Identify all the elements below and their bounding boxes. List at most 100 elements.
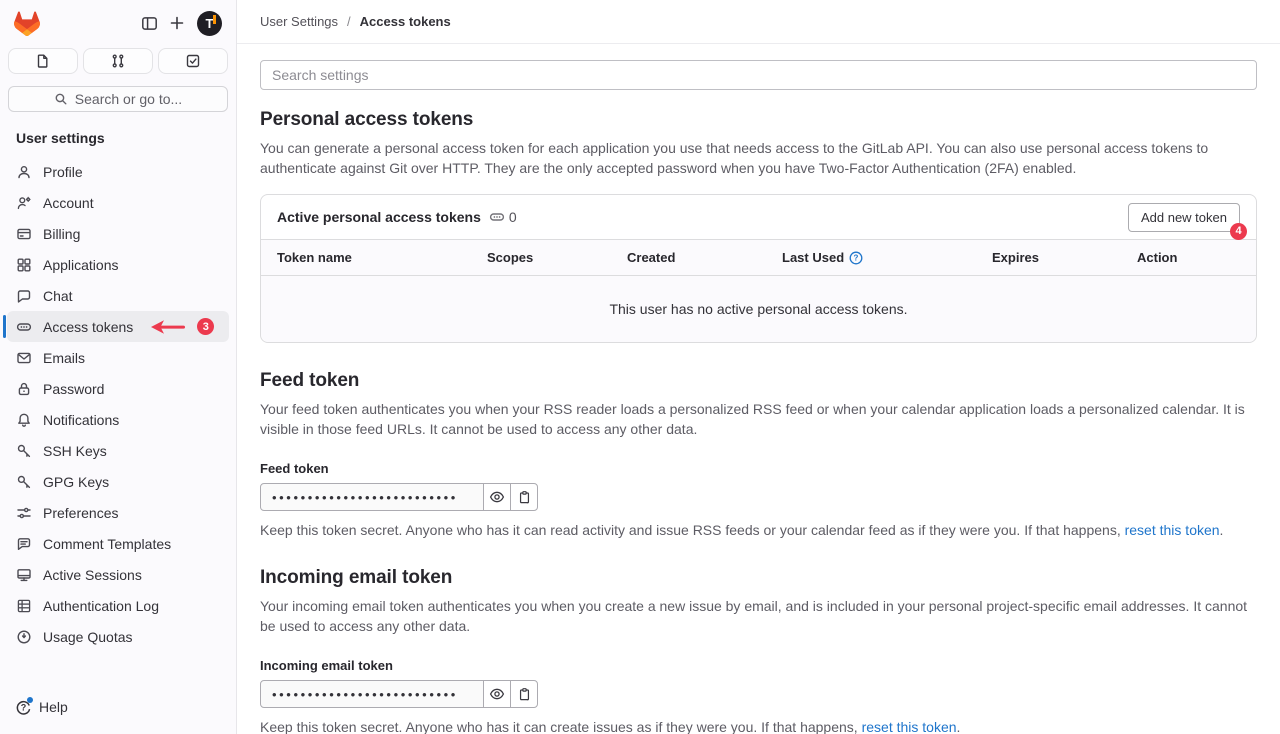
todo-shortcut-button[interactable] [158, 48, 228, 74]
sliders-icon [16, 505, 32, 521]
sidebar-item-label: Access tokens [43, 319, 133, 335]
comment-lines-icon [16, 536, 32, 552]
sidebar-item-emails[interactable]: Emails [7, 342, 229, 373]
copy-clipboard-icon [517, 687, 532, 702]
incoming-email-token-heading: Incoming email token [260, 567, 1257, 589]
svg-text:?: ? [854, 253, 859, 262]
apps-grid-icon [16, 257, 32, 273]
column-scopes: Scopes [487, 250, 627, 265]
key-icon [16, 443, 32, 459]
sidebar-item-label: GPG Keys [43, 474, 109, 490]
eye-icon [489, 686, 505, 702]
add-new-token-button[interactable]: Add new token [1128, 203, 1240, 232]
sidebar-item-ssh-keys[interactable]: SSH Keys [7, 435, 229, 466]
sidebar-item-label: Password [43, 381, 104, 397]
column-created: Created [627, 250, 782, 265]
pat-card-header: Active personal access tokens 0 Add new … [261, 195, 1256, 239]
settings-search-input[interactable] [260, 60, 1257, 90]
gitlab-app: T [0, 0, 1280, 734]
avatar[interactable]: T [197, 11, 222, 36]
sidebar-nav: Profile Account Billing Applications Cha… [0, 156, 236, 686]
pat-card-title: Active personal access tokens [277, 209, 481, 225]
content: Personal access tokens You can generate … [237, 44, 1280, 734]
key-icon [16, 474, 32, 490]
sidebar-item-active-sessions[interactable]: Active Sessions [7, 559, 229, 590]
sidebar-item-authentication-log[interactable]: Authentication Log [7, 590, 229, 621]
pat-table-header: Token name Scopes Created Last Used ? Ex… [261, 239, 1256, 276]
incoming-email-token-input-group: •••••••••••••••••••••••••• [260, 680, 538, 708]
sidebar-item-label: Account [43, 195, 94, 211]
sidebar-item-access-tokens[interactable]: Access tokens 3 [7, 311, 229, 342]
feed-token-input-group: •••••••••••••••••••••••••• [260, 483, 538, 511]
merge-requests-shortcut-button[interactable] [83, 48, 153, 74]
sidebar-item-billing[interactable]: Billing [7, 218, 229, 249]
bell-icon [16, 412, 32, 428]
feed-token-masked-input[interactable]: •••••••••••••••••••••••••• [260, 483, 484, 511]
pat-card: Active personal access tokens 0 Add new … [260, 194, 1257, 343]
sidebar-item-label: Emails [43, 350, 85, 366]
incoming-email-token-label: Incoming email token [260, 658, 1257, 673]
sidebar: T [0, 0, 237, 734]
gauge-icon [16, 629, 32, 645]
help-notification-dot [27, 697, 33, 703]
sidebar-item-profile[interactable]: Profile [7, 156, 229, 187]
sidebar-toggle-icon[interactable] [135, 9, 163, 37]
credit-card-icon [16, 226, 32, 242]
sidebar-item-chat[interactable]: Chat [7, 280, 229, 311]
sidebar-item-applications[interactable]: Applications [7, 249, 229, 280]
copy-incoming-email-token-button[interactable] [510, 680, 538, 708]
sidebar-item-label: Comment Templates [43, 536, 171, 552]
main-area: User Settings / Access tokens Personal a… [237, 0, 1280, 734]
copy-clipboard-icon [517, 490, 532, 505]
chat-bubble-icon [16, 288, 32, 304]
sidebar-item-password[interactable]: Password [7, 373, 229, 404]
feed-token-description: Your feed token authenticates you when y… [260, 399, 1257, 439]
issues-shortcut-button[interactable] [8, 48, 78, 74]
plus-icon[interactable] [163, 9, 191, 37]
feed-token-label: Feed token [260, 461, 1257, 476]
sidebar-item-comment-templates[interactable]: Comment Templates [7, 528, 229, 559]
copy-feed-token-button[interactable] [510, 483, 538, 511]
column-expires: Expires [992, 250, 1137, 265]
pat-count-value: 0 [509, 209, 517, 225]
annotation-arrow [150, 319, 186, 335]
sidebar-section-title: User settings [0, 112, 236, 156]
avatar-accent [213, 15, 216, 24]
annotation-badge-4: 4 [1230, 223, 1247, 240]
sidebar-item-notifications[interactable]: Notifications [7, 404, 229, 435]
annotation-badge-3: 3 [197, 318, 214, 335]
logo-row: T [8, 8, 228, 38]
column-action: Action [1137, 250, 1240, 265]
reveal-incoming-email-token-button[interactable] [483, 680, 511, 708]
sidebar-item-usage-quotas[interactable]: Usage Quotas [7, 621, 229, 652]
sidebar-item-account[interactable]: Account [7, 187, 229, 218]
reset-feed-token-link[interactable]: reset this token [1125, 522, 1220, 538]
sidebar-item-label: Usage Quotas [43, 629, 133, 645]
sidebar-top: T [0, 0, 236, 112]
sidebar-item-label: Active Sessions [43, 567, 142, 583]
breadcrumb-user-settings[interactable]: User Settings [260, 14, 338, 29]
breadcrumb: User Settings / Access tokens [237, 0, 1280, 44]
search-or-goto-box[interactable]: Search or go to... [8, 86, 228, 112]
question-circle-icon[interactable]: ? [849, 251, 863, 265]
svg-text:?: ? [21, 702, 27, 712]
breadcrumb-separator: / [338, 14, 360, 29]
feed-token-heading: Feed token [260, 370, 1257, 392]
gitlab-logo[interactable] [14, 11, 40, 36]
pat-count: 0 [489, 209, 517, 225]
sidebar-bottom: ? Help [0, 686, 236, 734]
mail-icon [16, 350, 32, 366]
sidebar-item-label: Applications [43, 257, 119, 273]
token-icon [489, 209, 505, 225]
sidebar-item-preferences[interactable]: Preferences [7, 497, 229, 528]
sidebar-item-gpg-keys[interactable]: GPG Keys [7, 466, 229, 497]
token-icon [16, 319, 32, 335]
reset-incoming-email-token-link[interactable]: reset this token [862, 719, 957, 734]
column-last-used: Last Used ? [782, 250, 992, 265]
eye-icon [489, 489, 505, 505]
reveal-feed-token-button[interactable] [483, 483, 511, 511]
incoming-email-token-masked-input[interactable]: •••••••••••••••••••••••••• [260, 680, 484, 708]
pat-description: You can generate a personal access token… [260, 138, 1257, 178]
log-icon [16, 598, 32, 614]
help-menu[interactable]: ? Help [15, 692, 221, 722]
